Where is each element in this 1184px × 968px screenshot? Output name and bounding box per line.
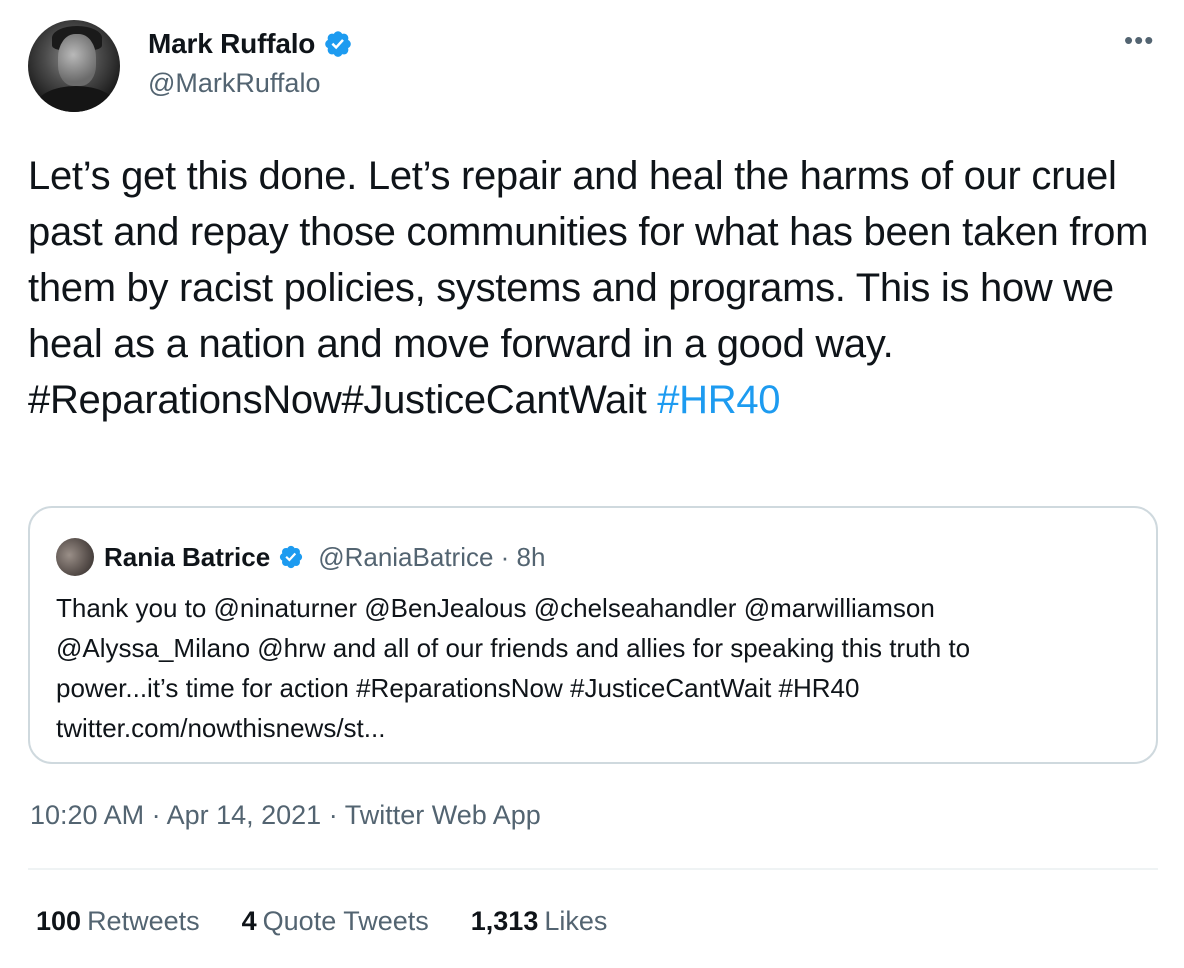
- author-handle[interactable]: @MarkRuffalo: [148, 68, 320, 99]
- quoted-author-avatar[interactable]: [56, 538, 94, 576]
- retweets-count: 100: [36, 906, 82, 936]
- verified-badge-icon: [325, 31, 351, 57]
- likes-count: 1,313: [470, 906, 539, 936]
- hashtag-link-hr40[interactable]: #HR40: [657, 378, 780, 422]
- likes-label: Likes: [544, 906, 608, 936]
- tweet-hashtags: #ReparationsNow#JusticeCantWait #HR40: [28, 372, 1158, 428]
- quoted-author-handle-time: @RaniaBatrice · 8h: [318, 541, 546, 572]
- author-name-row[interactable]: Mark Ruffalo: [148, 28, 353, 60]
- quote-tweets-stat[interactable]: 4 Quote Tweets: [242, 906, 429, 937]
- author-display-name[interactable]: Mark Ruffalo: [148, 28, 315, 60]
- tweet-timestamp[interactable]: 10:20 AM · Apr 14, 2021 · Twitter Web Ap…: [30, 800, 541, 831]
- more-options-icon[interactable]: •••: [1124, 27, 1154, 53]
- engagement-stats: 100 Retweets 4 Quote Tweets 1,313 Likes: [36, 906, 607, 937]
- retweets-stat[interactable]: 100 Retweets: [36, 906, 200, 937]
- tweet-text: Let’s get this done. Let’s repair and he…: [28, 148, 1158, 428]
- divider: [28, 868, 1158, 870]
- quoted-text-line: Thank you to @ninaturner @BenJealous @ch…: [56, 593, 935, 623]
- quoted-author-row: Rania Batrice @RaniaBatrice · 8h: [104, 538, 545, 576]
- quoted-text-line: @Alyssa_Milano @hrw and all of our frien…: [56, 633, 971, 663]
- likes-stat[interactable]: 1,313 Likes: [471, 906, 608, 937]
- author-avatar[interactable]: [28, 20, 120, 112]
- quoted-text-line: power...it’s time for action #Reparation…: [56, 673, 860, 703]
- quoted-tweet-text: Thank you to @ninaturner @BenJealous @ch…: [56, 588, 1146, 748]
- verified-badge-icon: [280, 545, 303, 569]
- quote-tweets-label: Quote Tweets: [262, 906, 429, 936]
- quote-tweets-count: 4: [241, 906, 257, 936]
- retweets-label: Retweets: [87, 906, 200, 936]
- quoted-author-name[interactable]: Rania Batrice: [104, 542, 270, 573]
- tweet-hashtags-plain: #ReparationsNow#JusticeCantWait: [28, 378, 647, 422]
- avatar-face-shape: [58, 34, 96, 86]
- quoted-text-line: twitter.com/nowthisnews/st...: [56, 713, 386, 743]
- tweet-card: Mark Ruffalo @MarkRuffalo ••• Let’s get …: [0, 0, 1184, 968]
- tweet-body: Let’s get this done. Let’s repair and he…: [28, 154, 1149, 366]
- avatar-shoulder-shape: [36, 86, 116, 112]
- quoted-tweet-card[interactable]: Rania Batrice @RaniaBatrice · 8h Thank y…: [28, 506, 1158, 764]
